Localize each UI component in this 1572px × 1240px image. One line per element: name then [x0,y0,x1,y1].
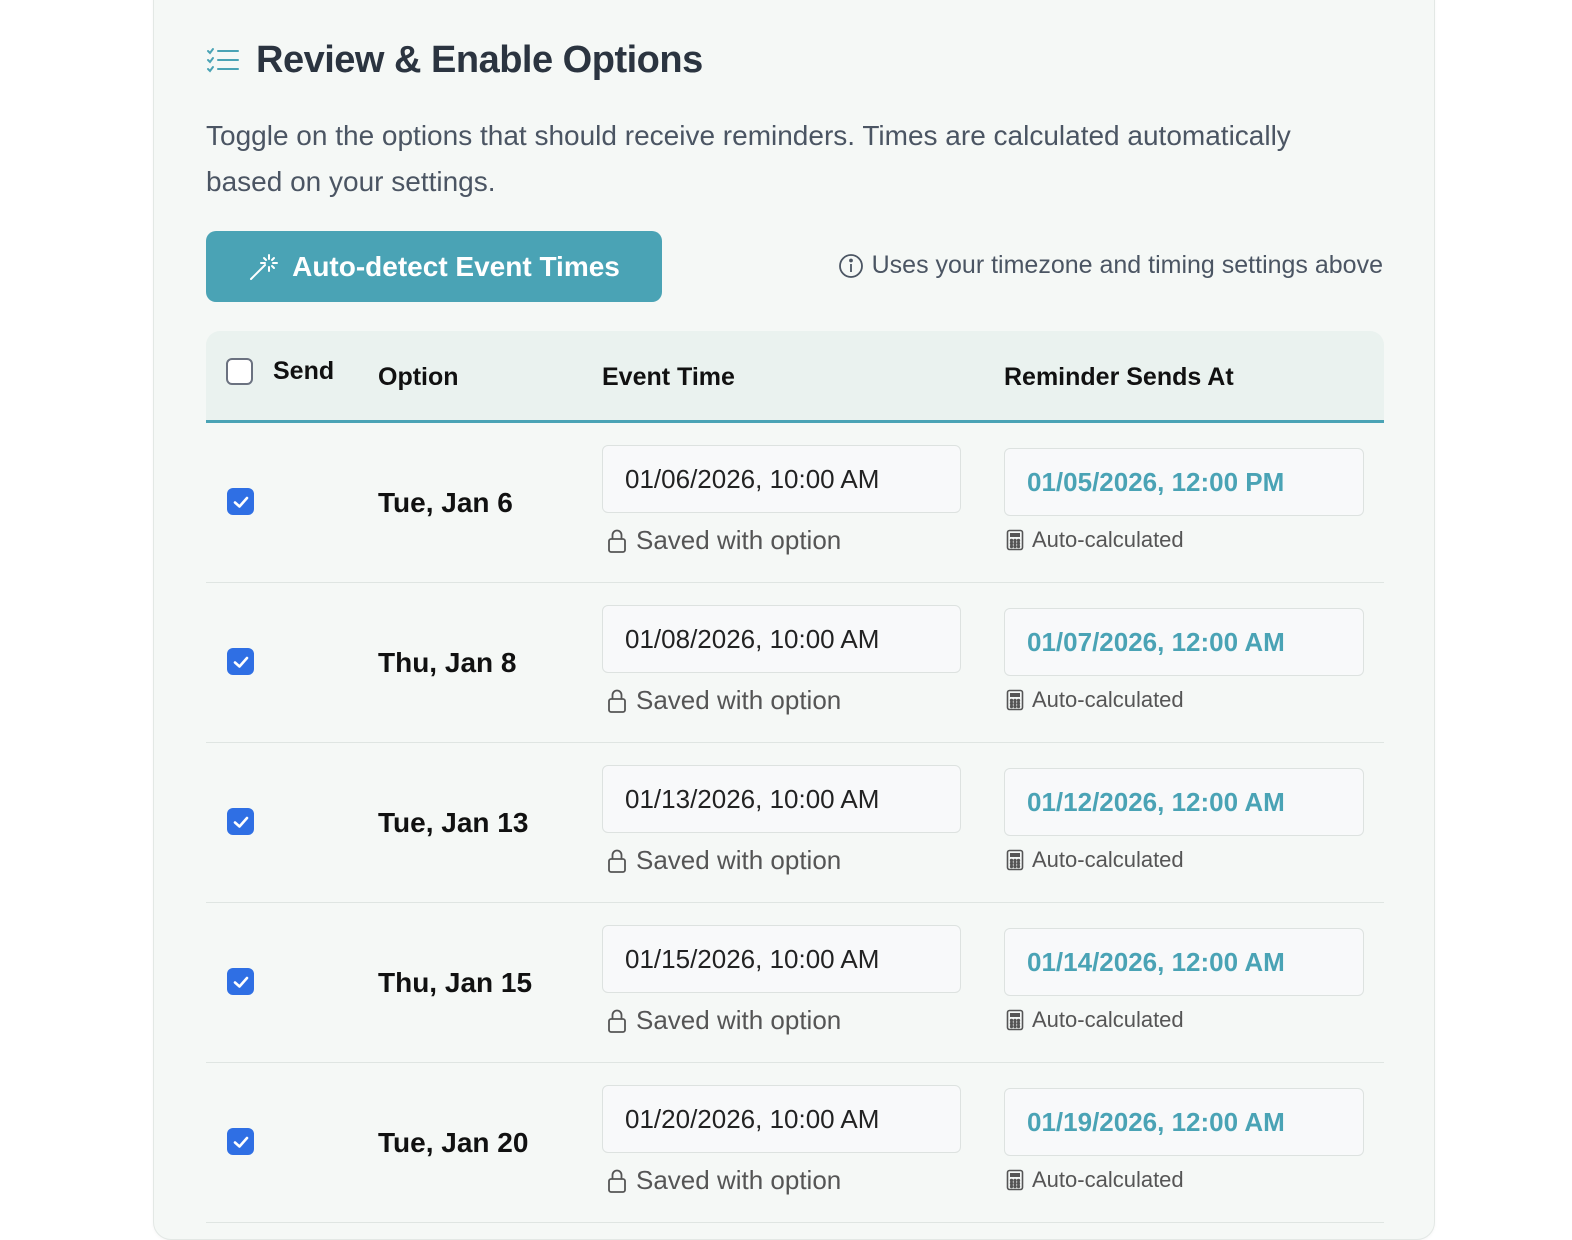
page-title: Review & Enable Options [256,39,703,81]
table-row: Tue, Jan 13 01/13/2026, 10:00 AM Saved w… [206,743,1384,903]
saved-note-text: Saved with option [636,1165,842,1195]
send-checkbox[interactable] [227,808,254,835]
option-label: Thu, Jan 8 [378,647,517,678]
reminder-time-field: 01/07/2026, 12:00 AM [1004,608,1364,676]
table-row: Tue, Jan 20 01/20/2026, 10:00 AM Saved w… [206,1063,1384,1223]
auto-detect-button[interactable]: Auto-detect Event Times [206,231,662,302]
saved-note: Saved with option [606,1005,841,1036]
option-label: Tue, Jan 6 [378,487,513,518]
auto-calculated-text: Auto-calculated [1032,687,1184,712]
calculator-icon [1006,849,1024,871]
event-time-field[interactable]: 01/06/2026, 10:00 AM [602,445,961,513]
auto-calculated-note: Auto-calculated [1006,687,1184,713]
event-time-field[interactable]: 01/13/2026, 10:00 AM [602,765,961,833]
column-send: Send [226,325,334,417]
saved-note: Saved with option [606,1165,841,1196]
send-checkbox[interactable] [227,648,254,675]
auto-detect-label: Auto-detect Event Times [292,250,620,282]
lock-icon [608,689,626,713]
column-reminder: Reminder Sends At [1004,362,1234,391]
saved-note-text: Saved with option [636,685,842,715]
reminder-time-field: 01/14/2026, 12:00 AM [1004,928,1364,996]
table-row: Thu, Jan 8 01/08/2026, 10:00 AM Saved wi… [206,583,1384,743]
column-event-time: Event Time [602,362,735,391]
event-time-field[interactable]: 01/08/2026, 10:00 AM [602,605,961,673]
saved-note-text: Saved with option [636,845,842,875]
reminder-time-field: 01/12/2026, 12:00 AM [1004,768,1364,836]
info-icon [838,253,863,278]
table-row: Thu, Jan 15 01/15/2026, 10:00 AM Saved w… [206,903,1384,1063]
send-cell [227,808,254,836]
check-icon [233,976,248,988]
reminder-time-field: 01/19/2026, 12:00 AM [1004,1088,1364,1156]
review-options-card: Review & Enable Options Toggle on the op… [153,0,1435,1240]
event-time-field[interactable]: 01/20/2026, 10:00 AM [602,1085,961,1153]
lock-icon [608,1009,626,1033]
saved-note-text: Saved with option [636,1005,842,1035]
send-cell [227,488,254,516]
auto-calculated-text: Auto-calculated [1032,527,1184,552]
send-checkbox[interactable] [227,488,254,515]
calculator-icon [1006,1169,1024,1191]
auto-calculated-note: Auto-calculated [1006,1007,1184,1033]
timezone-hint: Uses your timezone and timing settings a… [838,251,1383,280]
auto-calculated-text: Auto-calculated [1032,1007,1184,1032]
send-checkbox[interactable] [227,968,254,995]
option-label: Tue, Jan 13 [378,807,529,838]
event-time-field[interactable]: 01/15/2026, 10:00 AM [602,925,961,993]
magic-wand-icon [250,253,279,280]
lock-icon [608,849,626,873]
send-cell [227,968,254,996]
auto-calculated-text: Auto-calculated [1032,1167,1184,1192]
option-label: Thu, Jan 15 [378,967,533,998]
send-cell [227,648,254,676]
auto-calculated-note: Auto-calculated [1006,847,1184,873]
option-label: Tue, Jan 20 [378,1127,529,1158]
reminder-time-field: 01/05/2026, 12:00 PM [1004,448,1364,516]
calculator-icon [1006,689,1024,711]
calculator-icon [1006,1009,1024,1031]
lock-icon [608,529,626,553]
hint-text: Uses your timezone and timing settings a… [871,251,1383,279]
section-header: Review & Enable Options [206,39,703,82]
saved-note-text: Saved with option [636,525,842,555]
saved-note: Saved with option [606,685,841,716]
send-cell [227,1128,254,1156]
send-checkbox[interactable] [227,1128,254,1155]
calculator-icon [1006,529,1024,551]
section-description: Toggle on the options that should receiv… [206,120,1291,197]
column-send-label: Send [273,356,335,385]
auto-calculated-note: Auto-calculated [1006,1167,1184,1193]
table-body: Tue, Jan 6 01/06/2026, 10:00 AM Saved wi… [206,423,1384,1223]
check-icon [233,816,248,828]
select-all-checkbox[interactable] [226,357,253,385]
table-header: Send Option Event Time Reminder Sends At [206,331,1384,423]
lock-icon [608,1169,626,1193]
options-table: Send Option Event Time Reminder Sends At… [206,331,1384,1223]
check-icon [233,1136,248,1148]
saved-note: Saved with option [606,845,841,876]
table-row: Tue, Jan 6 01/06/2026, 10:00 AM Saved wi… [206,423,1384,583]
auto-calculated-note: Auto-calculated [1006,527,1184,553]
checklist-icon [207,47,239,73]
saved-note: Saved with option [606,525,841,556]
auto-calculated-text: Auto-calculated [1032,847,1184,872]
column-option: Option [378,362,459,391]
check-icon [233,656,248,668]
check-icon [233,496,248,508]
